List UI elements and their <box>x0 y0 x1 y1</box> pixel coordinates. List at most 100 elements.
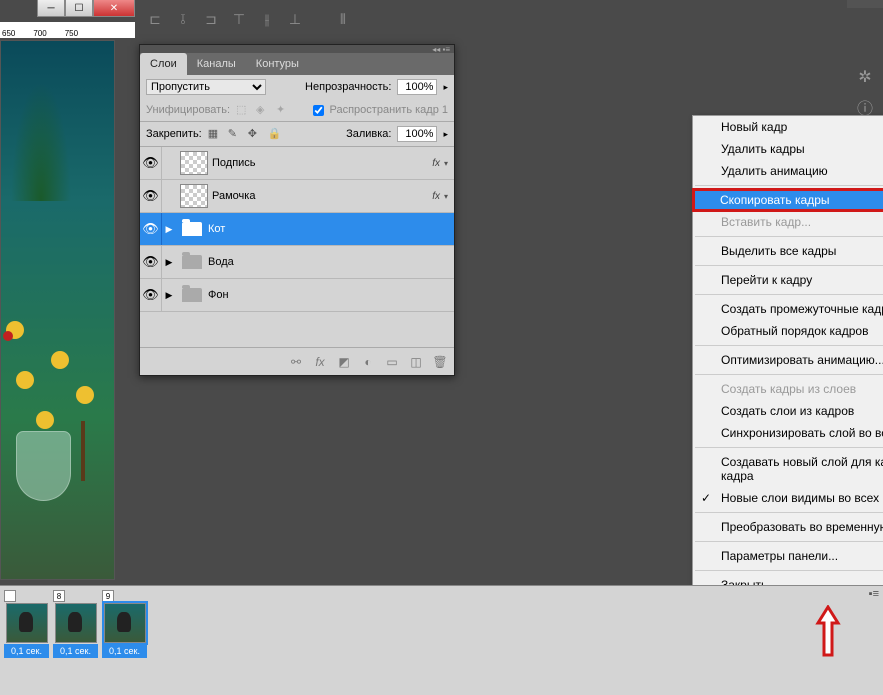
menu-copy-frames[interactable]: Скопировать кадры <box>692 188 883 212</box>
menu-optimize-animation[interactable]: Оптимизировать анимацию... <box>693 349 883 371</box>
link-layers-icon[interactable]: ⚯ <box>288 355 304 369</box>
layer-row[interactable]: 👁 Рамочка fx ▾ <box>140 180 454 213</box>
menu-new-layer-per-frame[interactable]: Создавать новый слой для каждого нового … <box>693 451 883 487</box>
align-icon[interactable]: ⫲ <box>257 9 277 29</box>
menu-goto-frame[interactable]: Перейти к кадру▶ <box>693 269 883 291</box>
window-maximize-button[interactable]: ☐ <box>65 0 93 17</box>
animation-frame[interactable]: 9 0,1 сек. <box>102 590 147 691</box>
folder-expand-icon[interactable]: ▶ <box>162 257 176 268</box>
navigator-icon[interactable]: ✲ <box>854 66 876 88</box>
menu-separator <box>695 345 883 346</box>
frame-delay[interactable]: 0,1 сек. <box>102 644 147 658</box>
fx-badge[interactable]: fx <box>432 158 440 169</box>
panel-drag-bar[interactable]: ◂◂ ▪≡ <box>140 45 454 53</box>
opacity-label: Непрозрачность: <box>305 81 391 93</box>
new-group-icon[interactable]: ▭ <box>384 355 400 369</box>
animation-frame[interactable]: 8 0,1 сек. <box>53 590 98 691</box>
right-sidebar: ✲ ⓘ <box>847 44 883 118</box>
folder-expand-icon[interactable]: ▶ <box>162 290 176 301</box>
window-close-button[interactable]: ✕ <box>93 0 135 17</box>
lock-pixels-icon[interactable]: ✎ <box>228 127 242 141</box>
menu-new-layers-visible[interactable]: ✓Новые слои видимы во всех кадрах <box>693 487 883 509</box>
canvas-area: ─ ☐ ✕ 650 700 750 <box>0 0 135 585</box>
new-layer-icon[interactable]: ◫ <box>408 355 424 369</box>
unify-style-icon[interactable]: ✦ <box>276 103 290 117</box>
layer-name[interactable]: Фон <box>208 289 454 301</box>
options-toolbar: ⊏ ⫱ ⊐ ⊤ ⫲ ⊥ ⫴ <box>135 0 883 38</box>
distribute-icon[interactable]: ⫴ <box>333 9 353 29</box>
visibility-toggle-icon[interactable]: 👁 <box>140 147 162 179</box>
tab-paths[interactable]: Контуры <box>246 53 309 75</box>
align-icon[interactable]: ⊏ <box>145 9 165 29</box>
align-icon[interactable]: ⊐ <box>201 9 221 29</box>
unify-position-icon[interactable]: ⬚ <box>236 103 250 117</box>
layer-row[interactable]: 👁 ▶ Фон <box>140 279 454 312</box>
layer-thumbnail[interactable] <box>180 184 208 208</box>
window-minimize-button[interactable]: ─ <box>37 0 65 17</box>
animation-frame[interactable]: 0,1 сек. <box>4 590 49 691</box>
layer-row[interactable]: 👁 ▶ Вода <box>140 246 454 279</box>
menu-separator <box>695 265 883 266</box>
frame-thumbnail[interactable] <box>55 603 97 643</box>
unify-visibility-icon[interactable]: ◈ <box>256 103 270 117</box>
layers-panel-footer: ⚯ fx ◩ ◐ ▭ ◫ 🗑 <box>140 347 454 375</box>
lock-transparency-icon[interactable]: ▦ <box>208 127 222 141</box>
folder-icon <box>182 222 202 236</box>
frame-number <box>4 590 16 602</box>
timeline-menu-icon[interactable]: ▪≡ <box>869 588 879 600</box>
visibility-toggle-icon[interactable]: 👁 <box>140 246 162 278</box>
lock-all-icon[interactable]: 🔒 <box>268 127 282 141</box>
adjustment-layer-icon[interactable]: ◐ <box>360 355 376 369</box>
visibility-toggle-icon[interactable]: 👁 <box>140 279 162 311</box>
frame-delay[interactable]: 0,1 сек. <box>4 644 49 658</box>
menu-reverse-frames[interactable]: Обратный порядок кадров <box>693 320 883 342</box>
lock-position-icon[interactable]: ✥ <box>248 127 262 141</box>
align-icon[interactable]: ⊥ <box>285 9 305 29</box>
menu-flatten-frames[interactable]: Создать слои из кадров <box>693 400 883 422</box>
layer-list: 👁 Подпись fx ▾ 👁 Рамочка fx ▾ 👁 <box>140 147 454 347</box>
fx-expand-icon[interactable]: ▾ <box>444 192 448 201</box>
align-icon[interactable]: ⫱ <box>173 9 193 29</box>
visibility-toggle-icon[interactable]: 👁 <box>140 213 162 245</box>
layer-name[interactable]: Кот <box>208 223 454 235</box>
propagate-checkbox[interactable] <box>313 105 324 116</box>
menu-separator <box>695 294 883 295</box>
layer-mask-icon[interactable]: ◩ <box>336 355 352 369</box>
layer-thumbnail[interactable] <box>180 151 208 175</box>
dropdown-arrow-icon[interactable]: ▸ <box>443 82 448 93</box>
delete-layer-icon[interactable]: 🗑 <box>432 355 448 369</box>
menu-new-frame[interactable]: Новый кадр <box>693 116 883 138</box>
menu-item-label: Новые слои видимы во всех кадрах <box>721 491 883 505</box>
visibility-toggle-icon[interactable]: 👁 <box>140 180 162 212</box>
canvas-image[interactable] <box>0 40 115 580</box>
layer-row[interactable]: 👁 ▶ Кот <box>140 213 454 246</box>
dropdown-arrow-icon[interactable]: ▸ <box>443 129 448 140</box>
menu-delete-frames[interactable]: Удалить кадры <box>693 138 883 160</box>
main-area: ⊏ ⫱ ⊐ ⊤ ⫲ ⊥ ⫴ ◂◂ ▪≡ Слои Каналы Контуры … <box>135 0 883 585</box>
tab-channels[interactable]: Каналы <box>187 53 246 75</box>
frame-thumbnail[interactable] <box>6 603 48 643</box>
frame-delay[interactable]: 0,1 сек. <box>53 644 98 658</box>
frame-thumbnail[interactable] <box>104 603 146 643</box>
menu-panel-options[interactable]: Параметры панели... <box>693 545 883 567</box>
fx-badge[interactable]: fx <box>432 191 440 202</box>
menu-delete-animation[interactable]: Удалить анимацию <box>693 160 883 182</box>
layer-name[interactable]: Вода <box>208 256 454 268</box>
folder-expand-icon[interactable]: ▶ <box>162 224 176 235</box>
fill-input[interactable] <box>397 126 437 142</box>
layer-name[interactable]: Рамочка <box>212 190 432 202</box>
menu-tween[interactable]: Создать промежуточные кадры... <box>693 298 883 320</box>
opacity-input[interactable] <box>397 79 437 95</box>
layer-style-icon[interactable]: fx <box>312 355 328 369</box>
layer-row[interactable]: 👁 Подпись fx ▾ <box>140 147 454 180</box>
menu-select-all-frames[interactable]: Выделить все кадры <box>693 240 883 262</box>
fx-expand-icon[interactable]: ▾ <box>444 159 448 168</box>
menu-convert-timeline[interactable]: Преобразовать во временную шкалу <box>693 516 883 538</box>
align-icon[interactable]: ⊤ <box>229 9 249 29</box>
tab-layers[interactable]: Слои <box>140 53 187 75</box>
blend-mode-select[interactable]: Пропустить <box>146 79 266 95</box>
layer-name[interactable]: Подпись <box>212 157 432 169</box>
menu-match-layer[interactable]: Синхронизировать слой во всех кадрах... <box>693 422 883 444</box>
menu-paste-frame: Вставить кадр... <box>693 211 883 233</box>
horizontal-ruler: 650 700 750 <box>0 22 135 38</box>
